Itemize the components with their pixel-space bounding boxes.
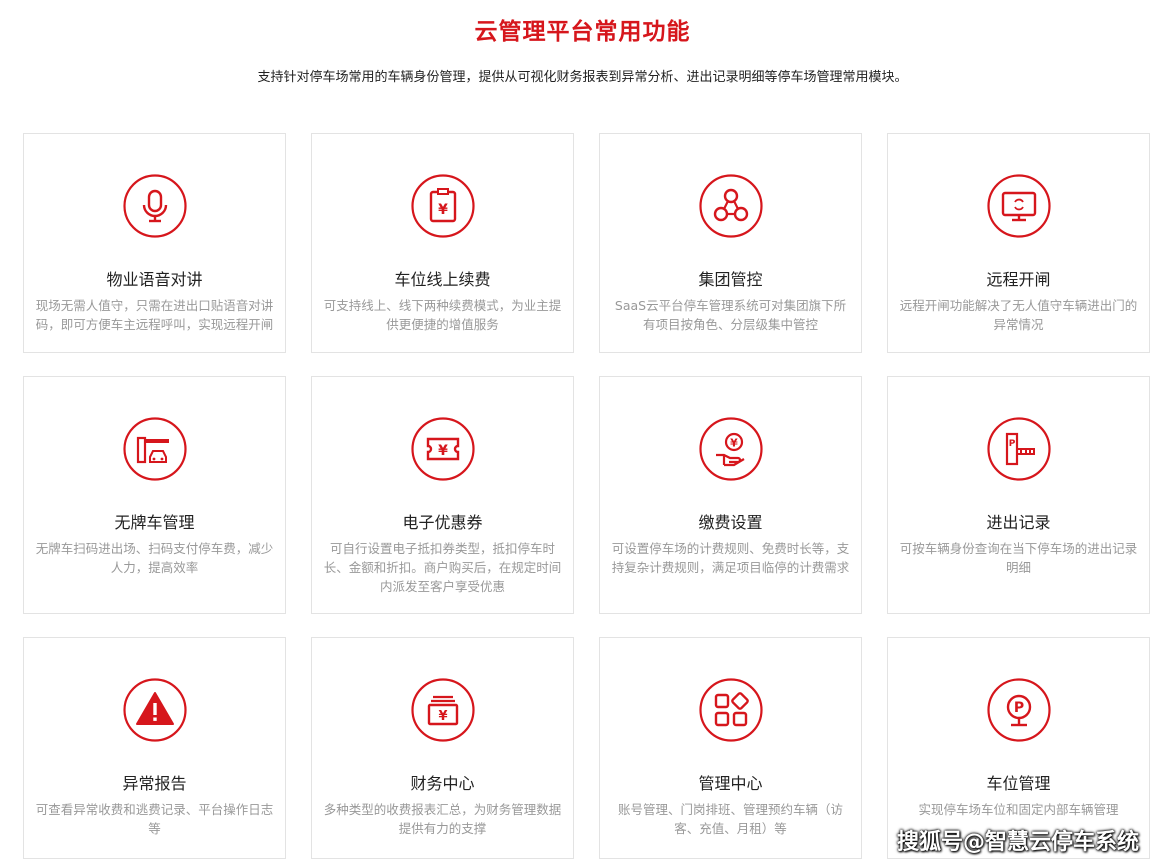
feature-card[interactable]: ¥ 车位线上续费可支持线上、线下两种续费模式，为业主提供更便捷的增值服务 <box>311 133 574 353</box>
feature-description: 实现停车场车位和固定内部车辆管理 <box>918 802 1119 817</box>
feature-description: 可自行设置电子抵扣券类型，抵扣停车时长、金额和折扣。商户购买后，在规定时间内派发… <box>323 541 562 594</box>
coupon-icon: ¥ <box>411 417 475 481</box>
finance-icon: ¥ <box>411 678 475 742</box>
microphone-icon <box>123 174 187 238</box>
feature-name: 物业语音对讲 <box>106 270 203 289</box>
feature-card[interactable]: ¥ 电子优惠券可自行设置电子抵扣券类型，抵扣停车时长、金额和折扣。商户购买后，在规… <box>311 376 574 614</box>
feature-name: 缴费设置 <box>698 513 763 532</box>
feature-name: 远程开闸 <box>986 270 1051 289</box>
warning-icon <box>123 678 187 742</box>
feature-card[interactable]: 管理中心账号管理、门岗排班、管理预约车辆（访客、充值、月租）等 <box>599 637 862 859</box>
feature-name: 无牌车管理 <box>114 513 195 532</box>
feature-description: 可查看异常收费和逃费记录、平台操作日志等 <box>35 802 274 836</box>
svg-text:P: P <box>1014 700 1024 716</box>
feature-description: 远程开闸功能解决了无人值守车辆进出门的异常情况 <box>899 298 1138 332</box>
feature-card[interactable]: ¥ 缴费设置可设置停车场的计费规则、免费时长等，支持复杂计费规则，满足项目临停的… <box>599 376 862 614</box>
feature-description: 可支持线上、线下两种续费模式，为业主提供更便捷的增值服务 <box>323 298 562 332</box>
feature-description: 账号管理、门岗排班、管理预约车辆（访客、充值、月租）等 <box>617 802 843 836</box>
monitor-icon <box>987 174 1051 238</box>
feature-card[interactable]: 异常报告可查看异常收费和逃费记录、平台操作日志等 <box>23 637 286 859</box>
feature-name: 财务中心 <box>410 774 475 793</box>
feature-description: 可设置停车场的计费规则、免费时长等，支持复杂计费规则，满足项目临停的计费需求 <box>611 541 850 575</box>
feature-name: 集团管控 <box>698 270 763 289</box>
feature-name: 电子优惠券 <box>402 513 483 532</box>
svg-text:¥: ¥ <box>438 709 447 724</box>
apps-icon <box>699 678 763 742</box>
feature-card[interactable]: 集团管控 SaaS云平台停车管理系统可对集团旗下所有项目按角色、分层级集中管控 <box>599 133 862 353</box>
barrier-car-icon <box>123 417 187 481</box>
feature-name: 车位管理 <box>986 774 1051 793</box>
svg-text:P: P <box>1009 439 1016 449</box>
feature-name: 异常报告 <box>122 774 187 793</box>
watermark: 搜狐号@智慧云停车系统 <box>896 830 1139 855</box>
parking-icon: P <box>987 678 1051 742</box>
feature-card[interactable]: 远程开闸远程开闸功能解决了无人值守车辆进出门的异常情况 <box>887 133 1150 353</box>
feature-description: SaaS云平台停车管理系统可对集团旗下所有项目按角色、分层级集中管控 <box>614 298 847 332</box>
svg-text:¥: ¥ <box>438 443 448 459</box>
feature-card[interactable]: 物业语音对讲现场无需人值守，只需在进出口贴语音对讲码，即可方便车主远程呼叫，实现… <box>23 133 286 353</box>
bill-icon: ¥ <box>411 174 475 238</box>
payment-hand-icon: ¥ <box>699 417 763 481</box>
parking-gate-icon: P <box>987 417 1051 481</box>
feature-description: 多种类型的收费报表汇总，为财务管理数据提供有力的支撑 <box>323 802 562 836</box>
feature-name: 管理中心 <box>698 774 763 793</box>
svg-text:¥: ¥ <box>438 202 448 218</box>
feature-description: 现场无需人值守，只需在进出口贴语音对讲码，即可方便车主远程呼叫，实现远程开闸 <box>35 298 274 332</box>
feature-name: 车位线上续费 <box>394 270 491 289</box>
feature-card[interactable]: P 进出记录可按车辆身份查询在当下停车场的进出记录明细 <box>887 376 1150 614</box>
feature-card[interactable]: ¥ 财务中心多种类型的收费报表汇总，为财务管理数据提供有力的支撑 <box>311 637 574 859</box>
group-icon <box>699 174 763 238</box>
feature-description: 无牌车扫码进出场、扫码支付停车费，减少人力，提高效率 <box>35 541 274 575</box>
feature-card[interactable]: 无牌车管理无牌车扫码进出场、扫码支付停车费，减少人力，提高效率 <box>23 376 286 614</box>
feature-name: 进出记录 <box>986 513 1051 532</box>
feature-grid: 物业语音对讲现场无需人值守，只需在进出口贴语音对讲码，即可方便车主远程呼叫，实现… <box>0 0 1165 866</box>
svg-text:¥: ¥ <box>730 437 738 450</box>
feature-description: 可按车辆身份查询在当下停车场的进出记录明细 <box>899 541 1138 575</box>
